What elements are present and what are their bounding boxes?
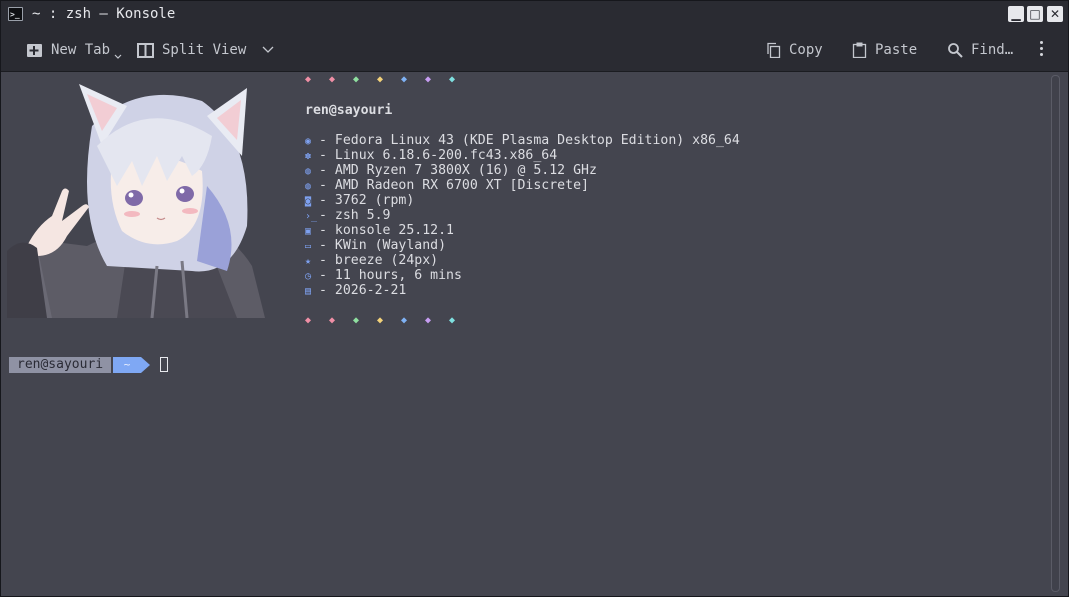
uptime-icon: ◷ [305,271,312,282]
cpu-icon: ◍ [305,166,312,177]
cat-icon: ◆ [425,74,432,85]
system-info-line: ◷ - 11 hours, 6 mins [305,268,462,284]
system-info-line: ▣ - konsole 25.12.1 [305,223,454,239]
system-info-text: - breeze (24px) [319,253,439,268]
new-tab-label: New Tab [51,42,111,58]
overflow-menu-icon[interactable] [1040,41,1044,59]
konsole-window: >_ ~ : zsh — Konsole ▁ □ ✕ New Tab Split… [0,0,1069,597]
copy-button[interactable]: Copy [766,39,823,61]
konsole-app-icon: >_ [8,7,23,21]
cat-row-bottom: ◆ ◆ ◆ ◆ ◆ ◆ ◆ [305,315,473,326]
cat-icon: ◆ [449,315,456,326]
gpu-icon: ◍ [305,181,312,192]
split-view-icon [137,42,154,58]
new-tab-icon [27,43,42,57]
cat-icon: ◆ [401,74,408,85]
system-info-line: ◍ - AMD Ryzen 7 3800X (16) @ 5.12 GHz [305,163,597,179]
new-tab-button[interactable]: New Tab [26,39,122,61]
system-info-text: - 2026-2-21 [319,283,407,298]
system-info-line: ▤ - 2026-2-21 [305,283,406,299]
system-info-text: - 3762 (rpm) [319,193,415,208]
cat-row-top: ◆ ◆ ◆ ◆ ◆ ◆ ◆ [305,74,473,85]
copy-label: Copy [789,42,823,58]
prompt-user-segment: ren@sayouri [9,357,112,373]
shell-icon: ›_ [305,211,318,222]
search-icon [948,43,963,58]
copy-icon [767,42,781,58]
terminal-icon: ▣ [305,226,312,237]
system-info-line: ◙ - 3762 (rpm) [305,193,414,209]
kernel-icon: ✽ [305,151,312,162]
system-info-line: ▭ - KWin (Wayland) [305,238,446,254]
paste-label: Paste [875,42,918,58]
window-title: ~ : zsh — Konsole [32,6,176,22]
system-info-line: ◍ - AMD Radeon RX 6700 XT [Discrete] [305,178,589,194]
cat-icon: ◆ [329,74,336,85]
cat-icon: ◆ [353,74,360,85]
calendar-icon: ▤ [305,286,312,297]
minimize-button[interactable]: ▁ [1008,6,1024,22]
system-info-text: - AMD Ryzen 7 3800X (16) @ 5.12 GHz [319,163,597,178]
cat-icon: ◆ [305,74,312,85]
system-info-line: ◉ - Fedora Linux 43 (KDE Plasma Desktop E… [305,133,740,149]
cat-icon: ◆ [401,315,408,326]
theme-icon: ★ [305,256,312,267]
terminal-view[interactable]: ◆ ◆ ◆ ◆ ◆ ◆ ◆ ren@sayouri ◉ - Fedora Linux 43 (… [3,72,1066,595]
terminal-cursor [160,357,168,372]
title-bar[interactable]: >_ ~ : zsh — Konsole ▁ □ ✕ [1,1,1068,29]
close-button[interactable]: ✕ [1047,6,1063,22]
system-info-line: ›_ - zsh 5.9 [305,208,390,224]
package-icon: ◙ [305,196,312,207]
toolbar: New Tab Split View Copy Paste Find… [1,29,1068,72]
paste-button[interactable]: Paste [852,39,917,61]
system-info-text: - Fedora Linux 43 (KDE Plasma Desktop Ed… [319,133,740,148]
system-info-line: ★ - breeze (24px) [305,253,438,269]
find-button[interactable]: Find… [947,39,1013,61]
cat-icon: ◆ [449,74,456,85]
window-manager-icon: ▭ [305,241,312,252]
split-view-label: Split View [162,42,247,58]
system-info-line: ✽ - Linux 6.18.6-200.fc43.x86_64 [305,148,557,164]
system-info-text: - zsh 5.9 [319,208,391,223]
system-info-text: - AMD Radeon RX 6700 XT [Discrete] [319,178,589,193]
distro-icon: ◉ [305,136,312,147]
system-info-text: - KWin (Wayland) [319,238,447,253]
anime-avatar-image [7,76,265,318]
neofetch-header-user: ren@sayouri [305,103,393,118]
find-label: Find… [971,42,1014,58]
prompt-arrow [141,357,150,373]
chevron-down-icon [114,54,122,59]
split-view-button[interactable]: Split View [137,39,274,61]
cat-icon: ◆ [377,74,384,85]
scrollbar[interactable] [1051,75,1060,592]
maximize-button[interactable]: □ [1027,6,1043,22]
cat-icon: ◆ [377,315,384,326]
cat-icon: ◆ [353,315,360,326]
system-info-text: - Linux 6.18.6-200.fc43.x86_64 [319,148,558,163]
cat-icon: ◆ [305,315,312,326]
paste-icon [852,42,867,58]
system-info-text: - konsole 25.12.1 [319,223,454,238]
cat-icon: ◆ [425,315,432,326]
cat-icon: ◆ [329,315,336,326]
chevron-down-icon[interactable] [262,46,274,54]
system-info-text: - 11 hours, 6 mins [319,268,462,283]
prompt-directory-segment: ~ [113,357,141,373]
